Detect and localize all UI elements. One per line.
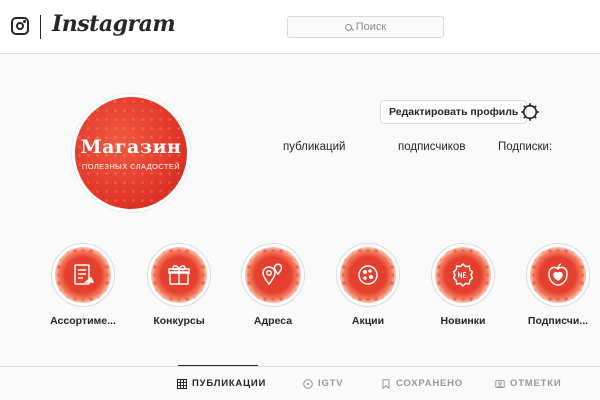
gift-icon <box>168 265 190 285</box>
tab-label: IGTV <box>318 378 344 389</box>
highlight-ring <box>336 243 400 307</box>
map-pin-icon <box>262 263 283 286</box>
tab-tagged[interactable]: ОТМЕТКИ <box>495 378 561 389</box>
highlight-addresses[interactable]: Адреса <box>233 243 313 327</box>
logo-divider <box>40 15 41 39</box>
profile-avatar[interactable]: Магазин ПОЛЕЗНЫХ СЛАДОСТЕЙ <box>72 94 190 212</box>
avatar-logo-title: Магазин <box>80 135 182 158</box>
tab-saved[interactable]: СОХРАНЕНО <box>381 378 463 389</box>
grid-icon <box>177 378 187 389</box>
posts-count-label[interactable]: публикаций <box>283 141 345 153</box>
menu-card-icon <box>74 264 95 285</box>
search-placeholder: Поиск <box>355 21 387 33</box>
highlight-followers[interactable]: Подписчи... <box>518 243 598 327</box>
highlight-cover <box>530 247 586 303</box>
highlight-ring <box>431 243 495 307</box>
tag-icon <box>495 379 505 388</box>
tab-posts[interactable]: ПУБЛИКАЦИИ <box>177 378 266 389</box>
highlight-promotions[interactable]: Акции <box>328 243 408 327</box>
new-badge-icon <box>452 262 474 288</box>
tab-label: ПУБЛИКАЦИИ <box>192 378 267 389</box>
cookie-icon <box>358 265 378 285</box>
tabs-divider <box>0 366 600 367</box>
apple-heart-icon <box>548 263 568 286</box>
highlight-label: Акции <box>351 315 385 327</box>
highlight-cover <box>151 247 207 303</box>
tab-label: СОХРАНЕНО <box>396 378 463 389</box>
following-count-label[interactable]: Подписки: <box>498 141 552 153</box>
tab-igtv[interactable]: IGTV <box>303 378 343 389</box>
instagram-camera-icon[interactable] <box>11 17 29 35</box>
gear-icon[interactable] <box>520 102 540 122</box>
instagram-wordmark[interactable]: Instagram <box>52 11 176 37</box>
bookmark-icon <box>382 378 390 389</box>
avatar-logo: Магазин ПОЛЕЗНЫХ СЛАДОСТЕЙ <box>75 97 187 209</box>
highlight-label: Ассортиме... <box>50 315 116 327</box>
highlight-label: Новинки <box>440 315 486 327</box>
tab-label: ОТМЕТКИ <box>510 378 562 389</box>
tv-icon <box>303 378 313 389</box>
highlight-cover <box>245 247 301 303</box>
highlight-new-items[interactable]: Новинки <box>423 243 503 327</box>
highlight-ring <box>147 243 211 307</box>
highlight-label: Подписчи... <box>527 315 589 327</box>
top-nav-bar: Instagram Поиск <box>0 0 600 54</box>
followers-count-label[interactable]: подписчиков <box>398 141 465 153</box>
highlight-ring <box>51 243 115 307</box>
search-icon <box>344 23 352 31</box>
highlight-contests[interactable]: Конкурсы <box>139 243 219 327</box>
highlight-cover <box>340 247 396 303</box>
highlight-ring <box>241 243 305 307</box>
search-input[interactable]: Поиск <box>287 16 444 38</box>
active-tab-indicator <box>178 365 258 366</box>
highlight-cover <box>55 247 111 303</box>
highlight-ring <box>526 243 590 307</box>
highlight-label: Конкурсы <box>153 315 205 327</box>
avatar-logo-subtitle: ПОЛЕЗНЫХ СЛАДОСТЕЙ <box>81 161 181 171</box>
highlight-cover <box>435 247 491 303</box>
highlight-assortment[interactable]: Ассортиме... <box>43 243 123 327</box>
highlight-label: Адреса <box>253 315 293 327</box>
edit-profile-button[interactable]: Редактировать профиль <box>380 100 528 124</box>
